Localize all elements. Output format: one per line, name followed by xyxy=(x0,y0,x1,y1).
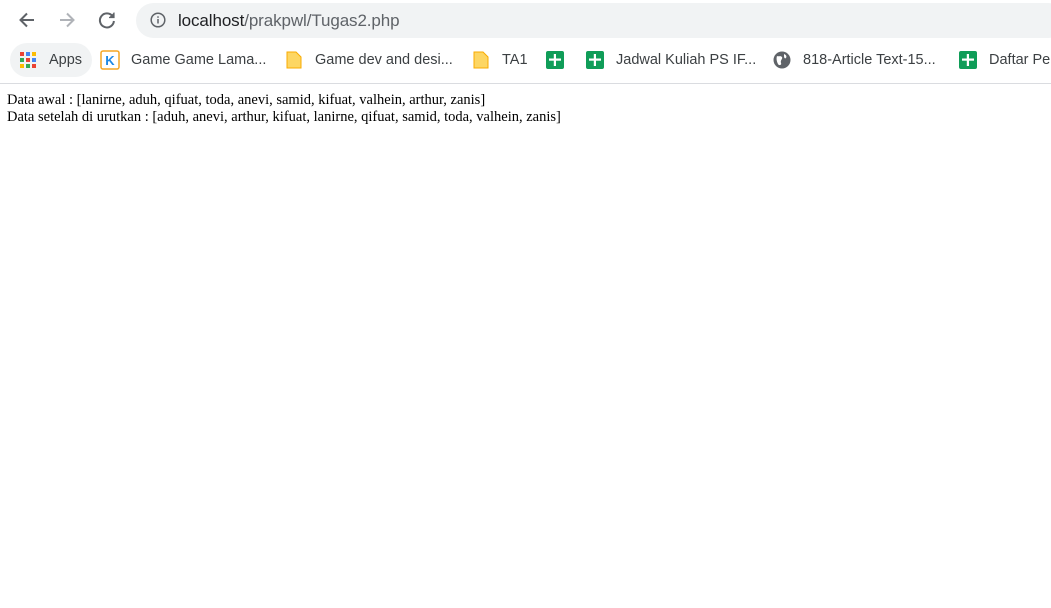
back-button[interactable] xyxy=(11,4,43,36)
reload-icon xyxy=(98,12,115,29)
url-text[interactable]: localhost/prakpwl/Tugas2.php xyxy=(178,11,400,31)
browser-toolbar: localhost/prakpwl/Tugas2.php xyxy=(0,0,1051,40)
google-sheets-icon xyxy=(545,50,565,70)
bookmark-818-article[interactable]: 818-Article Text-15... xyxy=(772,43,936,77)
folder-icon xyxy=(284,50,304,70)
bookmark-label: TA1 xyxy=(502,52,528,68)
page-content: Data awal : [lanirne, aduh, qifuat, toda… xyxy=(7,92,561,126)
bookmark-jadwal-kuliah[interactable]: Jadwal Kuliah PS IF... xyxy=(585,43,756,77)
bookmark-label: Game dev and desi... xyxy=(315,52,453,68)
bookmark-sheet[interactable] xyxy=(545,43,576,77)
apps-grid-icon xyxy=(18,50,38,70)
folder-icon xyxy=(471,50,491,70)
forward-button[interactable] xyxy=(51,4,83,36)
info-icon[interactable] xyxy=(150,12,166,28)
data-awal-text: Data awal : [lanirne, aduh, qifuat, toda… xyxy=(7,92,486,108)
data-sorted-text: Data setelah di urutkan : [aduh, anevi, … xyxy=(7,109,561,125)
svg-text:K: K xyxy=(105,53,115,68)
bookmark-apps[interactable]: Apps xyxy=(10,43,93,77)
browser-chrome: localhost/prakpwl/Tugas2.php Apps K Game… xyxy=(0,0,1051,84)
globe-icon xyxy=(772,50,792,70)
google-sheets-icon xyxy=(585,50,605,70)
bookmark-label: Game Game Lama... xyxy=(131,52,267,68)
bookmark-game-dev[interactable]: Game dev and desi... xyxy=(284,43,453,77)
bookmark-label: Jadwal Kuliah PS IF... xyxy=(616,52,757,68)
bookmark-label: Daftar Pe xyxy=(989,52,1051,68)
bookmarks-bar: Apps K Game Game Lama... Game dev and de… xyxy=(0,42,1051,80)
address-bar[interactable]: localhost/prakpwl/Tugas2.php xyxy=(136,3,1051,38)
bookmark-daftar[interactable]: Daftar Pe xyxy=(958,43,1050,77)
bookmark-label: 818-Article Text-15... xyxy=(803,52,936,68)
google-sheets-icon xyxy=(958,50,978,70)
reload-button[interactable] xyxy=(91,4,123,36)
bookmark-ta1[interactable]: TA1 xyxy=(471,43,528,77)
kaskus-icon: K xyxy=(100,50,120,70)
url-host: localhost xyxy=(178,11,245,30)
arrow-left-icon xyxy=(19,12,34,28)
url-path: /prakpwl/Tugas2.php xyxy=(244,11,400,30)
bookmark-game-game-lama[interactable]: K Game Game Lama... xyxy=(100,43,266,77)
arrow-right-icon xyxy=(60,12,75,28)
bookmark-label: Apps xyxy=(49,52,83,68)
